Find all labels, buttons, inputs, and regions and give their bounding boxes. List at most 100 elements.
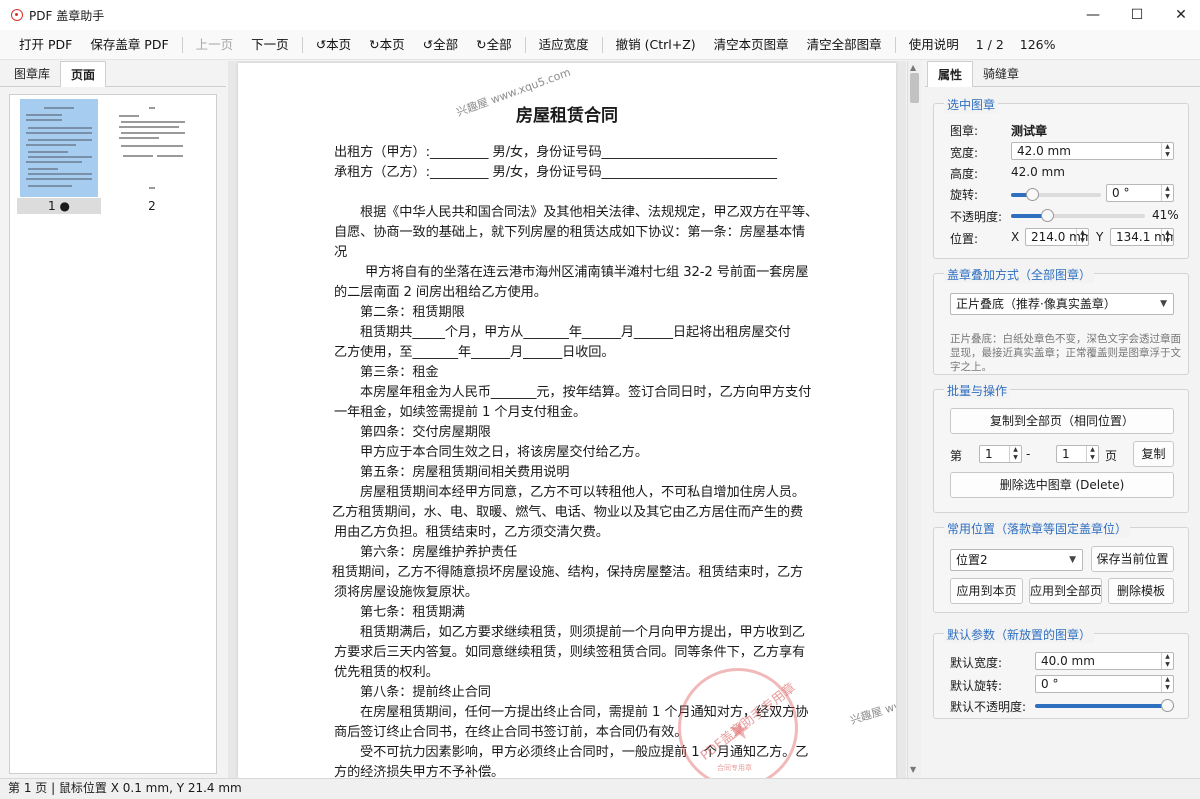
tab-pages[interactable]: 页面 — [60, 61, 107, 87]
undo-button[interactable]: 撤销 (Ctrl+Z) — [607, 32, 705, 58]
help-button[interactable]: 使用说明 — [900, 32, 968, 58]
open-pdf-button[interactable]: 打开 PDF — [10, 32, 81, 58]
range-dash: - — [1026, 447, 1031, 461]
delete-selected-stamp-button[interactable]: 删除选中图章 (Delete) — [950, 472, 1174, 498]
rotate-slider[interactable] — [1011, 188, 1101, 201]
document-text-line: 第六条：房屋维护养护责任 — [360, 545, 518, 560]
spin-arrows-icon: ▲ ▼ — [1161, 653, 1173, 669]
default-rotate-field[interactable]: 0 ° ▲ ▼ — [1035, 675, 1174, 693]
document-scrollbar[interactable]: ▲ ▼ — [907, 61, 921, 778]
group-title: 默认参数（新放置的图章） — [944, 626, 1095, 643]
width-field[interactable]: 42.0 mm ▲ ▼ — [1011, 142, 1174, 160]
y-field[interactable]: 134.1 mm ▲ ▼ — [1110, 228, 1174, 246]
document-text-line: 租赁期满后，如乙方要求继续租赁，则须提前一个月向甲方提出，甲方收到乙 — [360, 625, 805, 640]
clear-page-stamps-button[interactable]: 清空本页图章 — [705, 32, 798, 58]
document-text-line: 第四条：交付房屋期限 — [360, 425, 491, 440]
opacity-value: 41% — [1152, 208, 1179, 222]
document-text-line: 第八条：提前终止合同 — [360, 685, 491, 700]
fit-width-button[interactable]: 适应宽度 — [530, 32, 598, 58]
left-tabs: 图章库 页面 — [0, 61, 226, 87]
rotate-page-cw-button[interactable]: ↻本页 — [360, 32, 413, 58]
clear-all-stamps-button[interactable]: 清空全部图章 — [798, 32, 891, 58]
document-text-line: 方要求后三天内答复。如同意继续租赁，则续签租赁合同。同等条件下，乙方享有 — [334, 645, 806, 660]
scrollbar-thumb[interactable] — [910, 73, 919, 103]
scroll-down-icon[interactable]: ▼ — [910, 765, 916, 774]
document-text-line: 一年租金，如续签需提前 1 个月支付租金。 — [334, 405, 587, 420]
position-template-select[interactable]: 位置2 ▼ — [950, 549, 1083, 571]
x-field[interactable]: 214.0 mm ▲ ▼ — [1025, 228, 1089, 246]
from-label: 第 — [950, 449, 963, 463]
document-text-line: 根据《中华人民共和国合同法》及其他相关法律、法规规定，甲乙双方在平等、 — [360, 205, 819, 220]
placed-stamp[interactable]: ★ PDF盖章助手专用章 合同专用章 — [678, 668, 799, 778]
close-button[interactable]: ✕ — [1158, 0, 1200, 30]
rotate-field[interactable]: 0 ° ▲ ▼ — [1106, 184, 1174, 202]
copy-to-all-pages-button[interactable]: 复制到全部页（相同位置） — [950, 408, 1174, 434]
save-pdf-button[interactable]: 保存盖章 PDF — [81, 32, 177, 58]
page-label: 页 — [1105, 449, 1118, 463]
toolbar-separator — [181, 36, 183, 53]
blend-mode-description: 正片叠底：白纸处章色不变，深色文字会透过章面显现，最接近真实盖章；正常覆盖则是图… — [950, 333, 1181, 373]
page-indicator: 1 / 2 — [975, 37, 1004, 52]
minimize-button[interactable]: — — [1070, 0, 1116, 30]
to-page-field[interactable]: 1 ▲ ▼ — [1056, 445, 1099, 463]
chevron-down-icon: ▼ — [1069, 555, 1076, 565]
pdf-page[interactable]: 房屋租赁合同 出租方（甲方）:_________ 男/女，身份证号码______… — [238, 63, 896, 778]
default-params-group: 默认参数（新放置的图章） 默认宽度: 40.0 mm ▲ ▼ 默认旋转: 0 ° ▲ ▼… — [933, 626, 1189, 719]
height-value: 42.0 mm — [1011, 165, 1065, 179]
apply-to-all-pages-button[interactable]: 应用到全部页 — [1029, 578, 1102, 604]
maximize-button[interactable]: ☐ — [1114, 0, 1160, 30]
slider-handle[interactable] — [1041, 209, 1054, 222]
next-page-button[interactable]: 下一页 — [242, 32, 298, 58]
stamp-text: PDF盖章助手专用章 — [697, 680, 799, 764]
rotate-all-cw-button[interactable]: ↻全部 — [467, 32, 520, 58]
apply-to-page-button[interactable]: 应用到本页 — [950, 578, 1023, 604]
document-text-line: 第七条：租赁期满 — [360, 605, 465, 620]
save-current-position-button[interactable]: 保存当前位置 — [1091, 546, 1174, 572]
tab-seam-stamp[interactable]: 骑缝章 — [973, 61, 1029, 87]
chevron-down-icon: ▼ — [1160, 299, 1167, 309]
opacity-label: 不透明度: — [950, 210, 1003, 224]
prev-page-button[interactable]: 上一页 — [187, 32, 243, 58]
default-width-field[interactable]: 40.0 mm ▲ ▼ — [1035, 652, 1174, 670]
toolbar-separator — [524, 36, 526, 53]
opacity-slider[interactable] — [1011, 209, 1145, 222]
group-title: 批量与操作 — [944, 382, 1011, 399]
width-label: 宽度: — [950, 146, 979, 160]
page-thumbnail-2[interactable] — [113, 99, 191, 197]
status-bar: 第 1 页 | 鼠标位置 X 0.1 mm, Y 21.4 mm — [0, 778, 1200, 799]
delete-template-button[interactable]: 删除模板 — [1108, 578, 1174, 604]
document-text-line: 第二条：租赁期限 — [360, 305, 465, 320]
from-page-field[interactable]: 1 ▲ ▼ — [979, 445, 1022, 463]
document-text-line: 出租方（甲方）:_________ 男/女，身份证号码_____________… — [334, 145, 777, 160]
spin-arrows-icon: ▲ ▼ — [1009, 446, 1021, 462]
rotate-page-ccw-button[interactable]: ↺本页 — [307, 32, 360, 58]
default-opacity-slider[interactable] — [1035, 699, 1174, 712]
slider-handle[interactable] — [1026, 188, 1039, 201]
height-label: 高度: — [950, 167, 979, 181]
spin-arrows-icon: ▲ ▼ — [1161, 229, 1173, 245]
group-title: 盖章叠加方式（全部图章） — [944, 266, 1095, 283]
document-text-line: 租赁期共_____个月，甲方从_______年______月______日起将出… — [360, 325, 791, 340]
document-text-line: 租赁期间，乙方不得随意损坏房屋设施、结构，保持房屋整洁。租赁结束时，乙方 — [332, 565, 804, 580]
stamp-label: 图章: — [950, 124, 979, 138]
scroll-up-icon[interactable]: ▲ — [910, 63, 916, 72]
blend-mode-select[interactable]: 正片叠底（推荐·像真实盖章） ▼ — [950, 293, 1174, 315]
document-text-line: 乙方使用，至_______年______月______日收回。 — [334, 345, 615, 360]
document-viewer[interactable]: 房屋租赁合同 出租方（甲方）:_________ 男/女，身份证号码______… — [228, 61, 906, 778]
document-title: 房屋租赁合同 — [516, 106, 618, 126]
position-label: 位置: — [950, 232, 979, 246]
slider-handle[interactable] — [1161, 699, 1174, 712]
tab-properties[interactable]: 属性 — [927, 61, 974, 87]
page-thumbnail-1[interactable] — [20, 99, 98, 197]
blend-mode-group: 盖章叠加方式（全部图章） 正片叠底（推荐·像真实盖章） ▼ 正片叠底：白纸处章色不… — [933, 266, 1189, 375]
tab-stamp-library[interactable]: 图章库 — [4, 61, 60, 87]
document-text-line: 优先租赁的权利。 — [334, 665, 439, 680]
document-text-line: 自愿、协商一致的基础上，就下列房屋的租赁达成如下协议：第一条：房屋基本情 — [334, 225, 806, 240]
document-text-line: 商后签订终止合同书，在终止合同书签订前，本合同仍有效。 — [334, 725, 688, 740]
rotate-all-ccw-button[interactable]: ↺全部 — [414, 32, 467, 58]
right-panel: 属性 骑缝章 选中图章 图章: 测试章 宽度: 42.0 mm ▲ ▼ 高度: 42… — [925, 61, 1200, 778]
selected-stamp-group: 选中图章 图章: 测试章 宽度: 42.0 mm ▲ ▼ 高度: 42.0 mm 旋… — [933, 96, 1189, 259]
zoom-level: 126% — [1019, 37, 1056, 52]
stamp-name: 测试章 — [1011, 124, 1048, 138]
copy-button[interactable]: 复制 — [1133, 441, 1174, 467]
